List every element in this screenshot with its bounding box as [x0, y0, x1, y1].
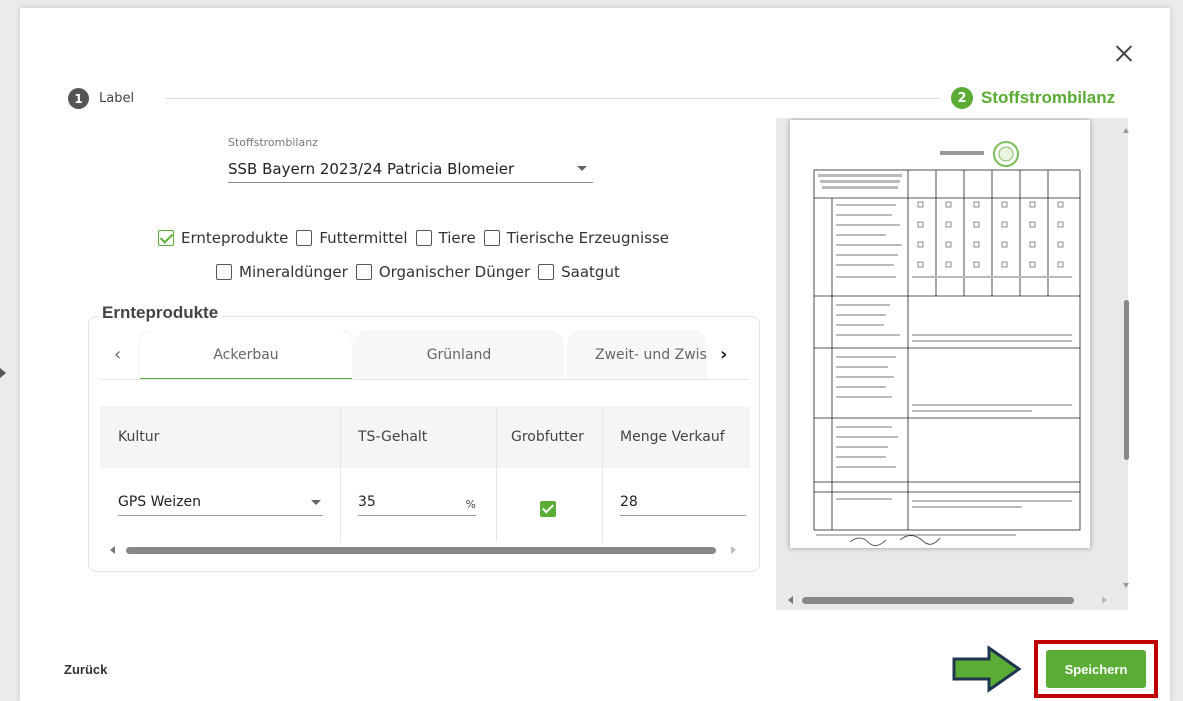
- header-kultur: Kultur: [118, 429, 160, 445]
- checkbox-checked-icon: [158, 230, 174, 246]
- checkbox-ernteprodukte[interactable]: Ernteprodukte: [158, 229, 288, 247]
- chevron-down-icon: [577, 166, 587, 171]
- ts-gehalt-value: 35: [358, 494, 376, 510]
- scrollbar-thumb[interactable]: [802, 597, 1074, 604]
- checkbox-empty-icon: [296, 230, 313, 246]
- checkbox-label: Ernteprodukte: [181, 229, 289, 247]
- table-header: Kultur TS-Gehalt Grobfutter Menge Verkau…: [100, 406, 750, 468]
- chevron-left-icon[interactable]: ‹: [114, 344, 121, 365]
- stoffstrombilanz-select[interactable]: SSB Bayern 2023/24 Patricia Blomeier: [228, 155, 593, 183]
- checkbox-empty-icon: [483, 230, 500, 246]
- preview-vertical-scrollbar[interactable]: [1122, 128, 1130, 588]
- scrollbar-thumb[interactable]: [1124, 300, 1129, 460]
- checkbox-tiere[interactable]: Tiere: [415, 229, 476, 247]
- tab-gruenland[interactable]: Grünland: [354, 330, 564, 379]
- scroll-right-icon[interactable]: [1102, 596, 1107, 604]
- table-horizontal-scrollbar[interactable]: [108, 544, 748, 556]
- document-page-image: [813, 141, 1081, 546]
- chevron-right-icon[interactable]: ›: [720, 344, 727, 365]
- checkbox-saatgut[interactable]: Saatgut: [538, 263, 620, 281]
- checkbox-label: Tierische Erzeugnisse: [506, 229, 669, 247]
- checkbox-empty-icon: [415, 230, 432, 246]
- step-label[interactable]: 1 Label: [68, 88, 134, 109]
- section-title: Ernteprodukte: [98, 303, 223, 323]
- menge-verkauf-value: 28: [620, 494, 638, 510]
- step-stoffstrombilanz[interactable]: 2 Stoffstrombilanz: [951, 87, 1115, 109]
- step-2-number: 2: [951, 87, 973, 109]
- scrollbar-thumb[interactable]: [126, 547, 716, 554]
- checkbox-tierische-erzeugnisse[interactable]: Tierische Erzeugnisse: [483, 229, 669, 247]
- close-icon[interactable]: [1114, 44, 1134, 64]
- checkbox-label: Organischer Dünger: [378, 263, 531, 281]
- preview-horizontal-scrollbar[interactable]: [786, 594, 1111, 606]
- checkbox-empty-icon: [538, 264, 555, 280]
- scroll-right-icon[interactable]: [731, 546, 736, 554]
- crop-tabs: ‹ Ackerbau Grünland Zweit- und Zwisc ›: [100, 330, 750, 380]
- checkbox-label: Tiere: [438, 229, 476, 247]
- tab-label: Ackerbau: [213, 347, 279, 363]
- step-1-label: Label: [99, 91, 135, 106]
- category-checkboxes-row-1: Ernteprodukte Futtermittel Tiere Tierisc…: [158, 229, 677, 247]
- header-grobfutter: Grobfutter: [511, 429, 584, 445]
- step-1-number: 1: [68, 88, 89, 109]
- chevron-down-icon: [311, 500, 321, 505]
- checkbox-empty-icon: [355, 264, 372, 280]
- scroll-left-icon[interactable]: [110, 546, 115, 554]
- step-2-label: Stoffstrombilanz: [981, 88, 1116, 107]
- tab-label: Zweit- und Zwisc: [595, 347, 707, 363]
- save-button[interactable]: Speichern: [1046, 650, 1146, 688]
- stoffstrombilanz-select-field: Stoffstrombilanz SSB Bayern 2023/24 Patr…: [228, 136, 593, 183]
- document-page-thumbnail: [790, 120, 1090, 548]
- ts-gehalt-input[interactable]: 35 %: [358, 494, 476, 516]
- kultur-select[interactable]: GPS Weizen: [118, 494, 323, 516]
- tab-zweit-und-zwischenfruechte[interactable]: Zweit- und Zwisc: [567, 330, 707, 379]
- tab-ackerbau[interactable]: Ackerbau: [140, 330, 352, 379]
- checkbox-organischer-duenger[interactable]: Organischer Dünger: [355, 263, 531, 281]
- crop-table: Kultur TS-Gehalt Grobfutter Menge Verkau…: [100, 406, 750, 542]
- arrow-right-icon: [952, 645, 1022, 693]
- select-value: SSB Bayern 2023/24 Patricia Blomeier: [228, 159, 515, 178]
- kultur-value: GPS Weizen: [118, 494, 201, 510]
- header-ts-gehalt: TS-Gehalt: [358, 429, 428, 445]
- scroll-left-icon[interactable]: [788, 596, 793, 604]
- left-edge-arrow-icon: [0, 368, 6, 378]
- grobfutter-checkbox[interactable]: [540, 501, 556, 517]
- scroll-down-icon[interactable]: [1123, 583, 1129, 588]
- stepper-connector: [165, 98, 940, 99]
- document-preview[interactable]: [776, 118, 1128, 610]
- ts-gehalt-unit: %: [465, 498, 476, 511]
- checkbox-label: Mineraldünger: [239, 263, 348, 281]
- table-row: GPS Weizen 35 % 28 t: [100, 468, 750, 542]
- checkbox-mineralduenger[interactable]: Mineraldünger: [216, 263, 348, 281]
- header-menge-verkauf: Menge Verkauf: [620, 429, 725, 445]
- checkbox-label: Futtermittel: [319, 229, 408, 247]
- checkbox-futtermittel[interactable]: Futtermittel: [296, 229, 408, 247]
- select-caption: Stoffstrombilanz: [228, 136, 318, 149]
- checkbox-empty-icon: [216, 264, 232, 280]
- menge-verkauf-input[interactable]: 28 t: [620, 494, 750, 516]
- category-checkboxes-row-2: Mineraldünger Organischer Dünger Saatgut: [216, 263, 628, 281]
- scroll-up-icon[interactable]: [1123, 128, 1129, 133]
- checkbox-label: Saatgut: [561, 263, 620, 281]
- back-button[interactable]: Zurück: [64, 662, 107, 677]
- tab-label: Grünland: [426, 347, 492, 363]
